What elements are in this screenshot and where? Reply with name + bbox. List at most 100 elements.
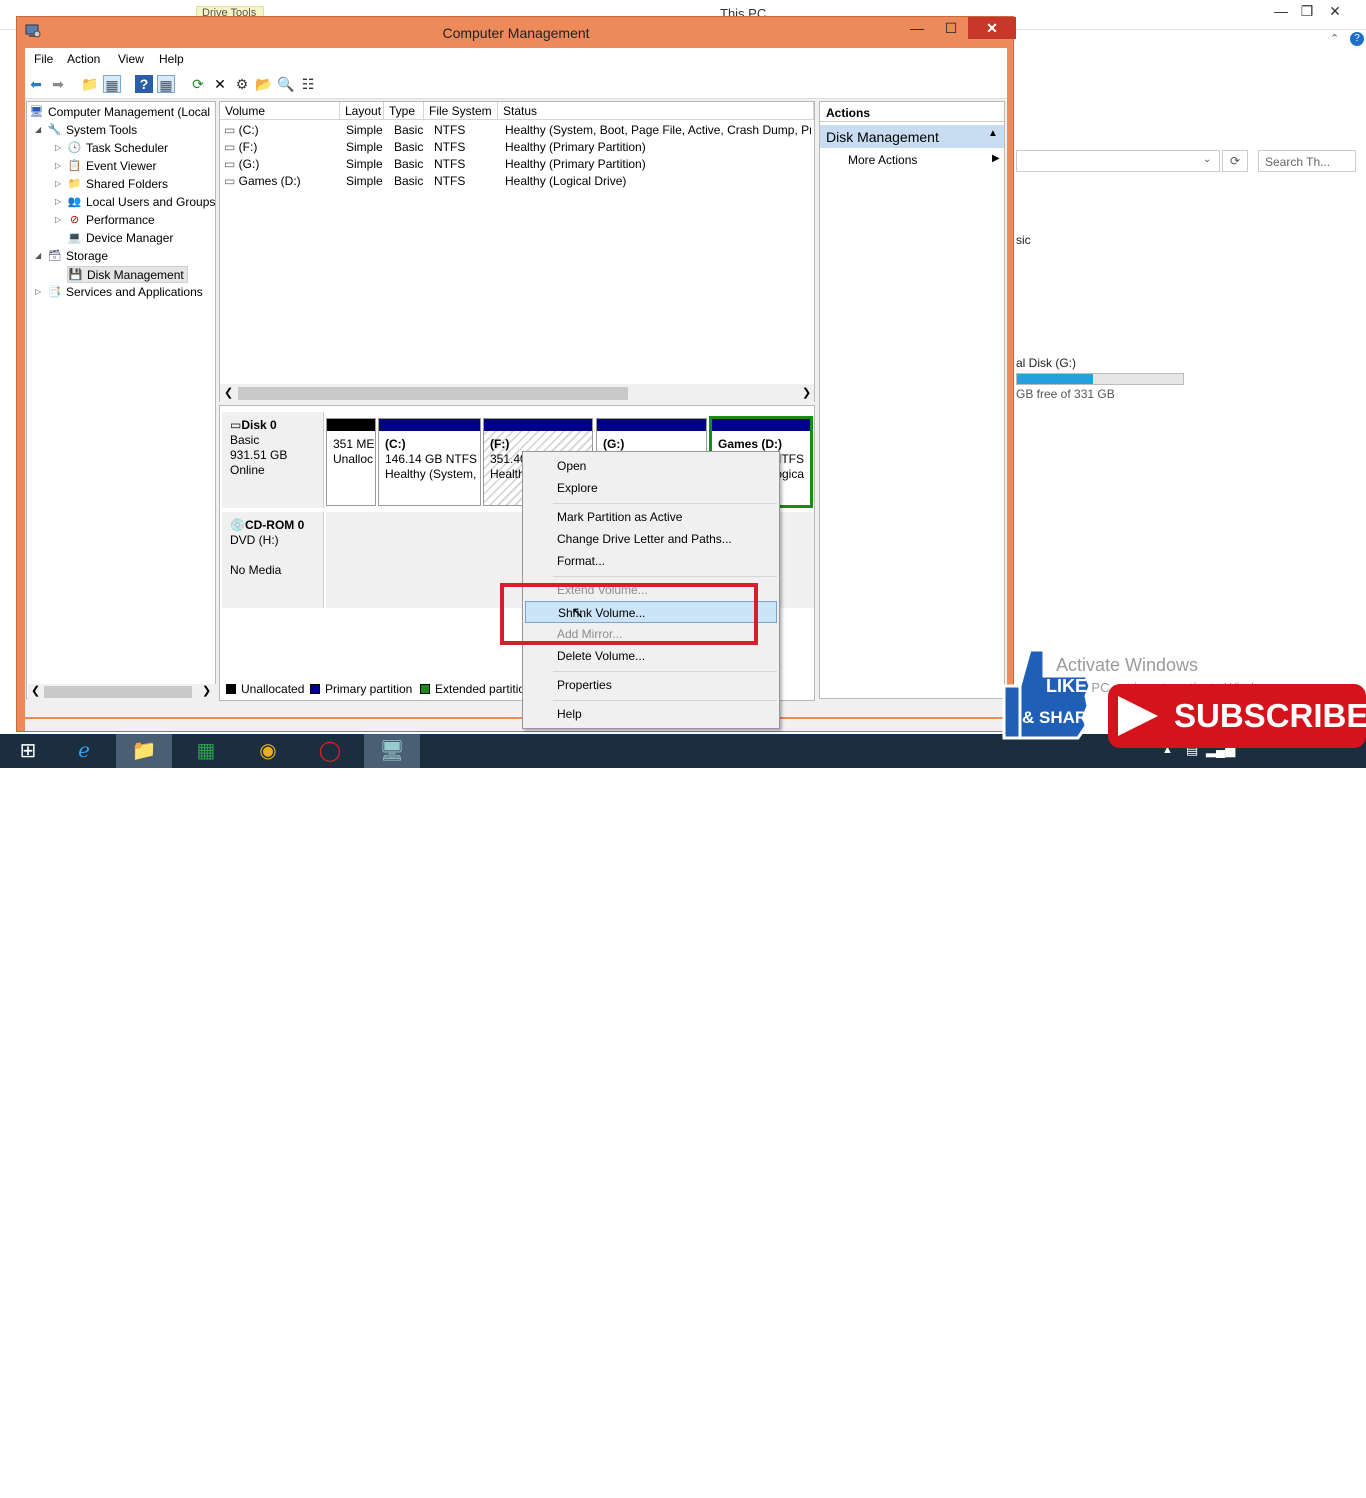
delete-icon[interactable]: ✕ (211, 75, 229, 93)
store-icon[interactable]: ▦ (178, 734, 234, 768)
menu-file[interactable]: File (34, 52, 53, 66)
menu-action[interactable]: Action (67, 52, 100, 66)
start-icon[interactable]: ⊞ (0, 734, 56, 768)
actions-section-disk-management[interactable]: Disk Management ▲ (820, 125, 1004, 148)
refresh-icon[interactable]: ⟳ (1222, 150, 1248, 172)
scroll-left-icon[interactable]: ❮ (31, 684, 40, 697)
close-icon[interactable]: ✕ (1320, 3, 1350, 25)
menu-item-format[interactable]: Format... (525, 550, 777, 572)
show-action-pane-icon[interactable]: ▦ (157, 75, 175, 93)
column-header-layout[interactable]: Layout (340, 102, 384, 120)
legend-label: Unallocated (241, 682, 305, 696)
cell-text: NTFS (434, 123, 466, 137)
tree-item-computer-management[interactable]: 🖥 Computer Management (Local (29, 104, 211, 121)
properties-icon[interactable]: ⚙ (233, 75, 251, 93)
tree-item-disk-management[interactable]: 💾 Disk Management (67, 266, 188, 283)
column-header-volume[interactable]: Volume (220, 102, 340, 120)
maximize-icon[interactable]: ☐ (934, 17, 968, 39)
cdrom-0-label[interactable]: 💿CD-ROM 0 DVD (H:) No Media (222, 512, 324, 608)
date[interactable]: 12-11-2018 (1296, 1486, 1351, 1498)
tree-item-local-users[interactable]: 👥 Local Users and Groups (67, 194, 216, 211)
expand-icon[interactable]: ▷ (35, 287, 41, 296)
expand-icon[interactable]: ▷ (55, 197, 61, 206)
menu-view[interactable]: View (118, 52, 144, 66)
collapse-icon[interactable]: ◢ (35, 251, 41, 260)
back-icon[interactable]: ⬅ (27, 75, 45, 93)
file-explorer-icon[interactable]: 📁 (116, 734, 172, 768)
expand-icon[interactable]: ▷ (55, 179, 61, 188)
menu-item-help[interactable]: Help (525, 703, 777, 725)
cell-text: (G:) (238, 157, 260, 171)
chevron-down-icon[interactable]: ⌄ (1203, 154, 1211, 165)
chevron-up-icon[interactable]: ⌃ (1330, 32, 1339, 45)
tree-item-event-viewer[interactable]: 📋 Event Viewer (67, 158, 157, 175)
table-cell-volume: ▭ (C:) (224, 122, 338, 139)
scroll-thumb[interactable] (44, 686, 192, 698)
window-titlebar[interactable]: Computer Management — ☐ ✕ (17, 17, 1016, 47)
tree-horizontal-scrollbar[interactable]: ❮ ❯ (28, 684, 216, 699)
drive-icon: ▭ (224, 174, 239, 188)
refresh-icon[interactable]: ⟳ (189, 75, 207, 93)
cell-text: Healthy (Primary Partition) (505, 140, 646, 154)
partition-unallocated[interactable]: 351 ME Unalloc (326, 418, 376, 506)
tree-item-performance[interactable]: ⊘ Performance (67, 212, 155, 229)
settings-icon[interactable]: ☷ (299, 75, 317, 93)
open-folder-icon[interactable]: 📂 (255, 75, 273, 93)
column-header-type[interactable]: Type (384, 102, 424, 120)
menu-item-properties[interactable]: Properties (525, 674, 777, 696)
table-row[interactable]: ▭ (F:) Simple Basic NTFS Healthy (Primary Pa… (220, 139, 814, 156)
disk-size: 931.51 GB (230, 448, 288, 462)
expand-icon[interactable]: ▷ (55, 143, 61, 152)
computer-management-icon: 🖥 (29, 106, 44, 119)
search-icon[interactable]: 🔍 (277, 75, 295, 93)
menu-help[interactable]: Help (159, 52, 184, 66)
search-input[interactable]: Search Th... (1258, 150, 1356, 172)
scroll-right-icon[interactable]: ❯ (202, 684, 211, 697)
maximize-icon[interactable]: ❐ (1292, 3, 1322, 25)
close-icon[interactable]: ✕ (968, 17, 1016, 39)
tree-item-device-manager[interactable]: 💻 Device Manager (67, 230, 174, 247)
help-icon[interactable]: ? (1350, 32, 1364, 46)
menu-item-change-drive-letter[interactable]: Change Drive Letter and Paths... (525, 528, 777, 550)
show-hide-tree-icon[interactable]: ▦ (103, 75, 121, 93)
minimize-icon[interactable]: — (900, 17, 934, 39)
cell-text: Simple (346, 140, 383, 154)
tree-item-task-scheduler[interactable]: 🕓 Task Scheduler (67, 140, 168, 157)
subscribe-button[interactable]: SUBSCRIBE (1108, 684, 1366, 748)
scroll-thumb[interactable] (238, 387, 628, 400)
tree-item-shared-folders[interactable]: 📁 Shared Folders (67, 176, 168, 193)
scroll-right-icon[interactable]: ❯ (802, 386, 811, 399)
more-actions-item[interactable]: More Actions ▶ (848, 153, 1000, 167)
computer-management-taskbar-icon[interactable]: 🖥 (364, 734, 420, 768)
tree-item-services-applications[interactable]: 📑 Services and Applications (47, 284, 203, 301)
scroll-left-icon[interactable]: ❮ (224, 386, 233, 399)
column-header-status[interactable]: Status (498, 102, 814, 120)
table-row[interactable]: ▭ Games (D:) Simple Basic NTFS Healthy (Logi… (220, 173, 814, 190)
table-row[interactable]: ▭ (G:) Simple Basic NTFS Healthy (Primary Pa… (220, 156, 814, 173)
partition-c[interactable]: (C:) 146.14 GB NTFS Healthy (System, (378, 418, 481, 506)
help-icon[interactable]: ? (135, 75, 153, 93)
menu-item-explore[interactable]: Explore (525, 477, 777, 499)
menu-item-mark-active[interactable]: Mark Partition as Active (525, 506, 777, 528)
table-row[interactable]: ▭ (C:) Simple Basic NTFS Healthy (System, Bo… (220, 122, 814, 139)
up-folder-icon[interactable]: 📁 (81, 75, 99, 93)
address-bar[interactable]: ⌄ (1016, 150, 1220, 172)
drive-label[interactable]: al Disk (G:) (1016, 356, 1076, 370)
forward-icon[interactable]: ➡ (49, 75, 67, 93)
shared-folder-icon: 📁 (67, 178, 82, 191)
internet-explorer-icon[interactable]: ℯ (56, 734, 112, 768)
tree-item-system-tools[interactable]: 🔧 System Tools (47, 122, 138, 139)
disk-0-label[interactable]: ▭Disk 0 Basic 931.51 GB Online (222, 412, 324, 508)
menu-item-open[interactable]: Open (525, 455, 777, 477)
collapse-icon[interactable]: ◢ (35, 125, 41, 134)
chrome-icon[interactable]: ◉ (240, 734, 296, 768)
collapse-icon[interactable]: ▲ (988, 128, 998, 139)
expand-icon[interactable]: ▷ (55, 215, 61, 224)
volume-list-horizontal-scrollbar[interactable]: ❮ ❯ (220, 384, 814, 402)
expand-icon[interactable]: ▷ (55, 161, 61, 170)
tree-item-storage[interactable]: 🗃 Storage (47, 248, 109, 265)
menu-item-delete-volume[interactable]: Delete Volume... (525, 645, 777, 667)
opera-icon[interactable]: ◯ (302, 734, 358, 768)
column-header-file-system[interactable]: File System (424, 102, 498, 120)
table-cell-type: Basic (394, 156, 434, 173)
